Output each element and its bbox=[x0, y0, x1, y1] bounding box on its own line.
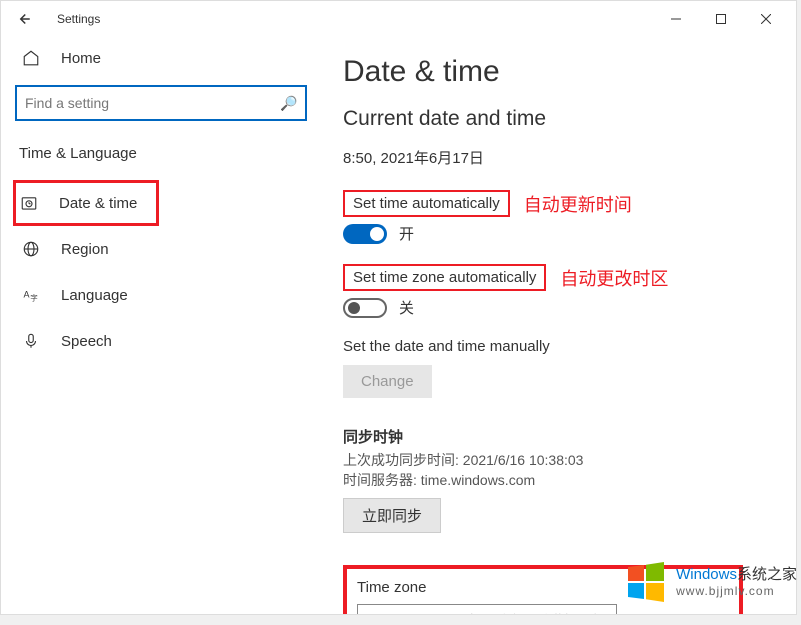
auto-tz-state: 关 bbox=[399, 297, 414, 318]
svg-text:A: A bbox=[24, 289, 30, 299]
windows-logo-icon bbox=[622, 559, 668, 605]
watermark: Windows系统之家 www.bjjmlv.com bbox=[622, 559, 797, 605]
clock-icon bbox=[19, 194, 39, 212]
window-controls bbox=[653, 3, 788, 35]
auto-tz-annotation: 自动更改时区 bbox=[560, 265, 668, 291]
auto-tz-label: Set time zone automatically bbox=[343, 264, 546, 291]
change-button[interactable]: Change bbox=[343, 365, 432, 398]
auto-time-label: Set time automatically bbox=[343, 190, 510, 217]
timezone-value: (UTC+08:00) 北京，重庆，香港特别行政 bbox=[366, 611, 608, 614]
auto-tz-toggle[interactable] bbox=[343, 298, 387, 318]
sidebar-home-label: Home bbox=[61, 50, 101, 67]
sync-last: 上次成功同步时间: 2021/6/16 10:38:03 bbox=[343, 451, 776, 471]
globe-icon bbox=[21, 240, 41, 258]
watermark-url: www.bjjmlv.com bbox=[676, 584, 797, 598]
sidebar-label-region: Region bbox=[61, 241, 109, 258]
manual-dt-label: Set the date and time manually bbox=[343, 338, 776, 355]
sidebar: Home 🔍 Time & Language Date & time bbox=[1, 37, 321, 614]
settings-window: Settings Home bbox=[0, 0, 797, 615]
sync-server: 时间服务器: time.windows.com bbox=[343, 471, 776, 491]
microphone-icon bbox=[21, 332, 41, 350]
sync-now-button[interactable]: 立即同步 bbox=[343, 498, 441, 533]
auto-time-annotation: 自动更新时间 bbox=[524, 191, 632, 217]
maximize-button[interactable] bbox=[698, 3, 743, 35]
current-dt-value: 8:50, 2021年6月17日 bbox=[343, 147, 776, 168]
timezone-select[interactable]: (UTC+08:00) 北京，重庆，香港特别行政 bbox=[357, 604, 617, 614]
window-title: Settings bbox=[57, 12, 100, 26]
sidebar-item-home[interactable]: Home bbox=[15, 37, 307, 85]
home-icon bbox=[21, 49, 41, 67]
back-button[interactable] bbox=[9, 5, 37, 33]
page-title: Date & time bbox=[343, 55, 776, 89]
current-dt-header: Current date and time bbox=[343, 107, 776, 131]
auto-time-toggle[interactable] bbox=[343, 224, 387, 244]
titlebar: Settings bbox=[1, 1, 796, 37]
search-icon: 🔍 bbox=[280, 95, 297, 112]
sidebar-label-language: Language bbox=[61, 287, 128, 304]
category-header: Time & Language bbox=[15, 145, 307, 162]
language-icon: A 字 bbox=[21, 286, 41, 304]
sidebar-item-date-time[interactable]: Date & time bbox=[13, 180, 159, 226]
svg-text:字: 字 bbox=[30, 292, 38, 302]
sync-section: 同步时钟 上次成功同步时间: 2021/6/16 10:38:03 时间服务器:… bbox=[343, 426, 776, 553]
search-box[interactable]: 🔍 bbox=[15, 85, 307, 121]
sync-title: 同步时钟 bbox=[343, 426, 776, 447]
search-input[interactable] bbox=[25, 95, 280, 111]
auto-time-state: 开 bbox=[399, 223, 414, 244]
minimize-button[interactable] bbox=[653, 3, 698, 35]
auto-time-setting: Set time automatically 自动更新时间 开 bbox=[343, 190, 776, 244]
sidebar-item-speech[interactable]: Speech bbox=[15, 318, 307, 364]
main-content: Date & time Current date and time 8:50, … bbox=[321, 37, 796, 614]
close-button[interactable] bbox=[743, 3, 788, 35]
watermark-brand: Windows系统之家 bbox=[676, 566, 797, 584]
sidebar-label-speech: Speech bbox=[61, 333, 112, 350]
sidebar-item-region[interactable]: Region bbox=[15, 226, 307, 272]
window-body: Home 🔍 Time & Language Date & time bbox=[1, 37, 796, 614]
sidebar-label-date-time: Date & time bbox=[59, 195, 137, 212]
auto-tz-setting: Set time zone automatically 自动更改时区 关 bbox=[343, 264, 776, 318]
sidebar-item-language[interactable]: A 字 Language bbox=[15, 272, 307, 318]
